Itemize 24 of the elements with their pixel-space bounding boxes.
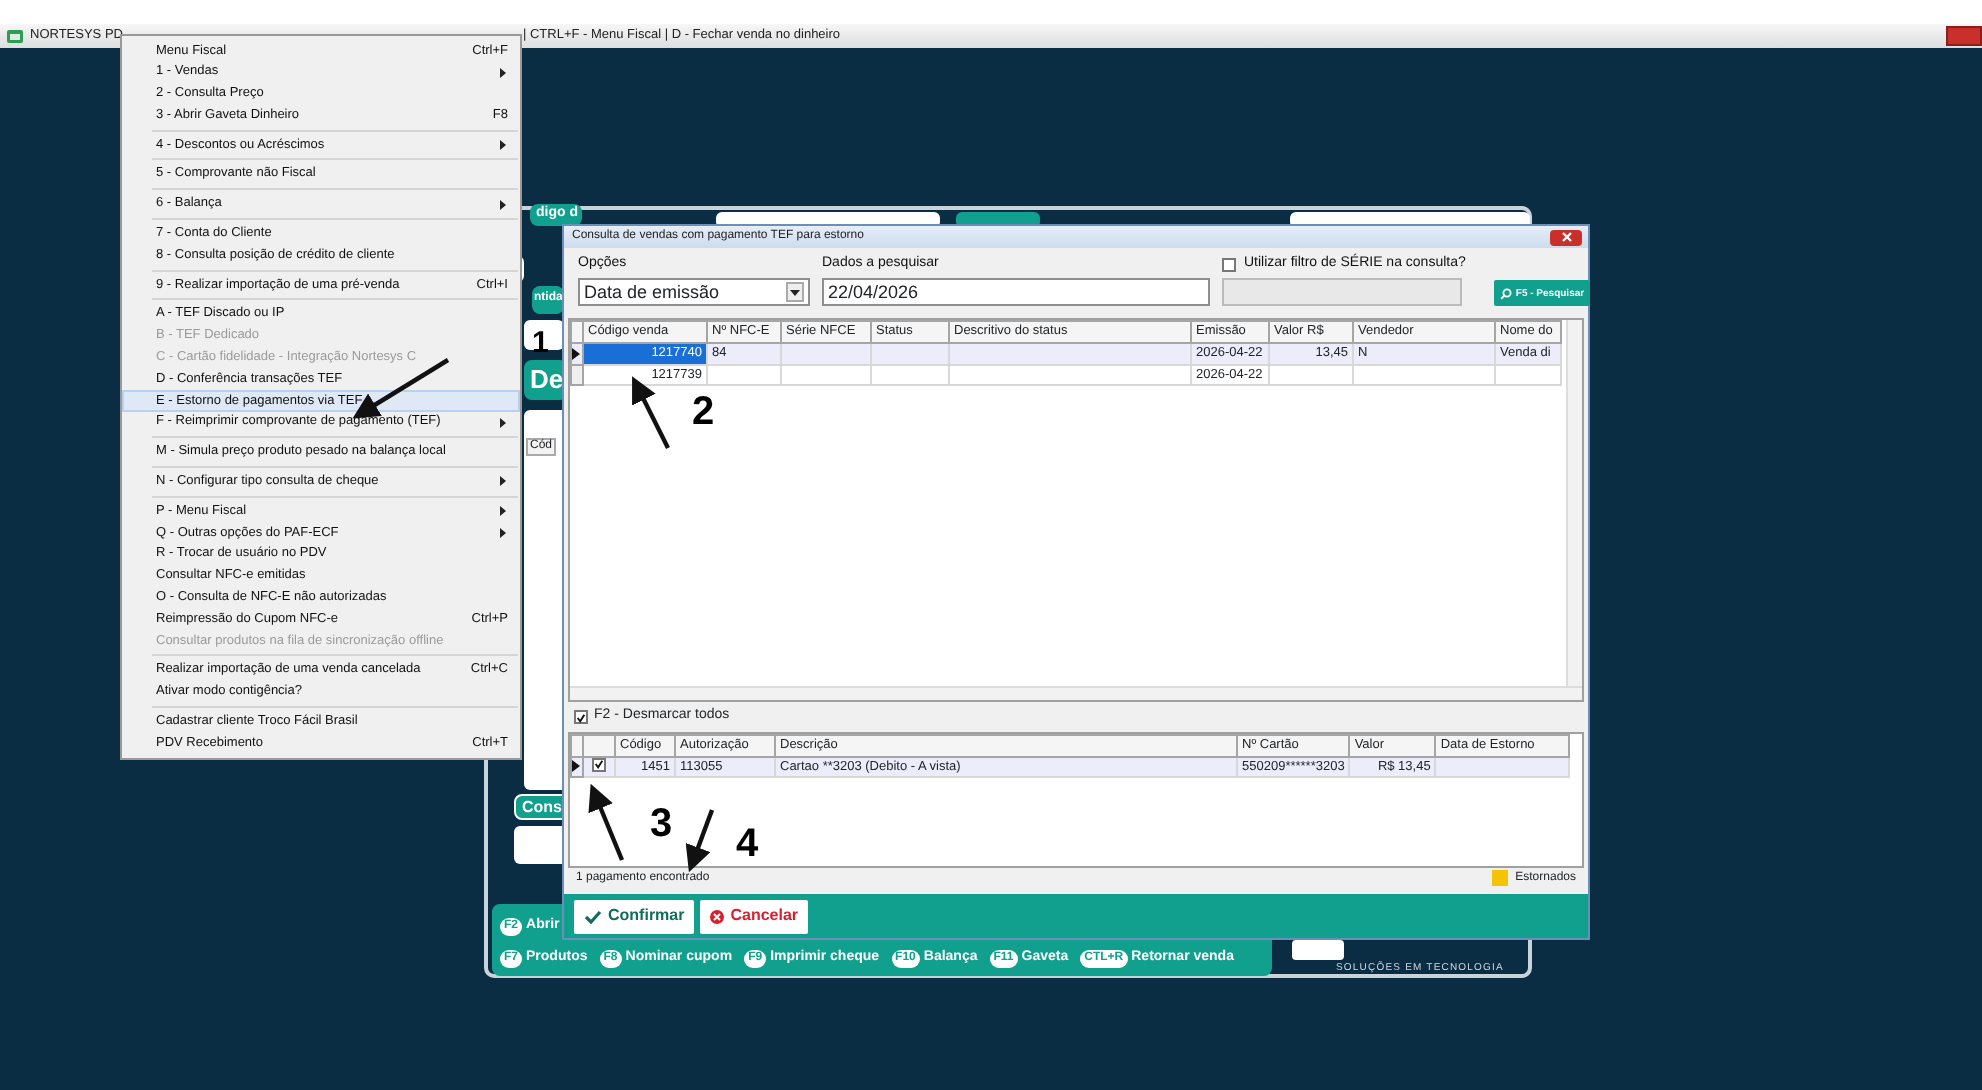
annotation-number: 4 — [736, 822, 759, 866]
caret-icon — [790, 289, 800, 296]
confirm-button[interactable]: Confirmar — [574, 899, 695, 933]
options-dropdown[interactable]: Data de emissão — [578, 278, 810, 307]
annotation-arrow — [685, 809, 715, 873]
checkmark-icon — [584, 909, 602, 923]
annotation-arrow — [632, 376, 670, 449]
close-icon — [1561, 232, 1571, 242]
checkbox[interactable] — [1222, 257, 1236, 272]
cancel-icon — [710, 909, 725, 923]
checkbox[interactable] — [592, 758, 606, 772]
dropdown-value: Data de emissão — [584, 281, 720, 304]
annotation-number: 3 — [650, 802, 673, 846]
annotation-arrow — [588, 783, 625, 861]
annotation-number: 2 — [692, 390, 715, 434]
horizontal-scrollbar[interactable] — [570, 686, 1582, 701]
cancel-button[interactable]: Cancelar — [700, 899, 809, 933]
checkbox[interactable] — [574, 710, 588, 725]
search-icon — [1499, 287, 1512, 300]
close-button[interactable] — [1550, 229, 1582, 245]
app-icon — [6, 28, 24, 44]
search-field[interactable]: 22/04/2026 — [822, 278, 1210, 307]
logo-icon — [1292, 940, 1344, 960]
vertical-scrollbar[interactable] — [1566, 320, 1582, 687]
